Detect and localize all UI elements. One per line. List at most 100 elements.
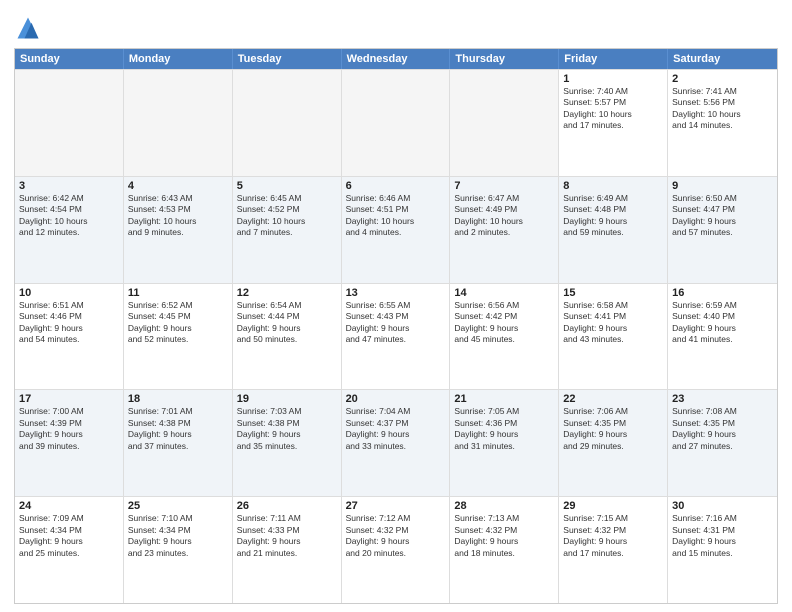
day-number: 20: [346, 393, 446, 405]
day-cell-13: 13Sunrise: 6:55 AM Sunset: 4:43 PM Dayli…: [342, 284, 451, 390]
day-number: 30: [672, 500, 773, 512]
day-number: 16: [672, 287, 773, 299]
header-day-tuesday: Tuesday: [233, 49, 342, 69]
header-day-friday: Friday: [559, 49, 668, 69]
header-day-thursday: Thursday: [450, 49, 559, 69]
day-number: 10: [19, 287, 119, 299]
day-cell-18: 18Sunrise: 7:01 AM Sunset: 4:38 PM Dayli…: [124, 390, 233, 496]
day-number: 19: [237, 393, 337, 405]
day-cell-22: 22Sunrise: 7:06 AM Sunset: 4:35 PM Dayli…: [559, 390, 668, 496]
day-info: Sunrise: 6:45 AM Sunset: 4:52 PM Dayligh…: [237, 193, 337, 239]
day-info: Sunrise: 6:59 AM Sunset: 4:40 PM Dayligh…: [672, 300, 773, 346]
day-number: 17: [19, 393, 119, 405]
logo-icon: [14, 14, 42, 42]
day-info: Sunrise: 7:16 AM Sunset: 4:31 PM Dayligh…: [672, 513, 773, 559]
day-cell-30: 30Sunrise: 7:16 AM Sunset: 4:31 PM Dayli…: [668, 497, 777, 603]
day-number: 11: [128, 287, 228, 299]
day-number: 4: [128, 180, 228, 192]
calendar-row-2: 10Sunrise: 6:51 AM Sunset: 4:46 PM Dayli…: [15, 283, 777, 390]
day-cell-7: 7Sunrise: 6:47 AM Sunset: 4:49 PM Daylig…: [450, 177, 559, 283]
empty-cell: [233, 70, 342, 176]
calendar-row-0: 1Sunrise: 7:40 AM Sunset: 5:57 PM Daylig…: [15, 69, 777, 176]
calendar-row-4: 24Sunrise: 7:09 AM Sunset: 4:34 PM Dayli…: [15, 496, 777, 603]
day-info: Sunrise: 6:51 AM Sunset: 4:46 PM Dayligh…: [19, 300, 119, 346]
day-info: Sunrise: 7:10 AM Sunset: 4:34 PM Dayligh…: [128, 513, 228, 559]
day-cell-1: 1Sunrise: 7:40 AM Sunset: 5:57 PM Daylig…: [559, 70, 668, 176]
day-cell-25: 25Sunrise: 7:10 AM Sunset: 4:34 PM Dayli…: [124, 497, 233, 603]
day-number: 18: [128, 393, 228, 405]
day-cell-6: 6Sunrise: 6:46 AM Sunset: 4:51 PM Daylig…: [342, 177, 451, 283]
day-number: 8: [563, 180, 663, 192]
day-info: Sunrise: 7:04 AM Sunset: 4:37 PM Dayligh…: [346, 406, 446, 452]
header-day-saturday: Saturday: [668, 49, 777, 69]
day-info: Sunrise: 6:58 AM Sunset: 4:41 PM Dayligh…: [563, 300, 663, 346]
day-info: Sunrise: 7:03 AM Sunset: 4:38 PM Dayligh…: [237, 406, 337, 452]
day-number: 6: [346, 180, 446, 192]
day-info: Sunrise: 6:55 AM Sunset: 4:43 PM Dayligh…: [346, 300, 446, 346]
calendar-header: SundayMondayTuesdayWednesdayThursdayFrid…: [15, 49, 777, 69]
day-number: 25: [128, 500, 228, 512]
day-cell-9: 9Sunrise: 6:50 AM Sunset: 4:47 PM Daylig…: [668, 177, 777, 283]
header: [14, 10, 778, 42]
day-cell-12: 12Sunrise: 6:54 AM Sunset: 4:44 PM Dayli…: [233, 284, 342, 390]
day-cell-11: 11Sunrise: 6:52 AM Sunset: 4:45 PM Dayli…: [124, 284, 233, 390]
day-number: 5: [237, 180, 337, 192]
empty-cell: [450, 70, 559, 176]
day-cell-28: 28Sunrise: 7:13 AM Sunset: 4:32 PM Dayli…: [450, 497, 559, 603]
day-info: Sunrise: 6:46 AM Sunset: 4:51 PM Dayligh…: [346, 193, 446, 239]
day-info: Sunrise: 7:00 AM Sunset: 4:39 PM Dayligh…: [19, 406, 119, 452]
day-info: Sunrise: 7:06 AM Sunset: 4:35 PM Dayligh…: [563, 406, 663, 452]
day-info: Sunrise: 6:52 AM Sunset: 4:45 PM Dayligh…: [128, 300, 228, 346]
day-info: Sunrise: 7:01 AM Sunset: 4:38 PM Dayligh…: [128, 406, 228, 452]
day-cell-23: 23Sunrise: 7:08 AM Sunset: 4:35 PM Dayli…: [668, 390, 777, 496]
day-cell-24: 24Sunrise: 7:09 AM Sunset: 4:34 PM Dayli…: [15, 497, 124, 603]
day-number: 7: [454, 180, 554, 192]
empty-cell: [15, 70, 124, 176]
day-cell-14: 14Sunrise: 6:56 AM Sunset: 4:42 PM Dayli…: [450, 284, 559, 390]
calendar: SundayMondayTuesdayWednesdayThursdayFrid…: [14, 48, 778, 604]
day-info: Sunrise: 6:43 AM Sunset: 4:53 PM Dayligh…: [128, 193, 228, 239]
day-info: Sunrise: 6:47 AM Sunset: 4:49 PM Dayligh…: [454, 193, 554, 239]
day-cell-4: 4Sunrise: 6:43 AM Sunset: 4:53 PM Daylig…: [124, 177, 233, 283]
day-cell-27: 27Sunrise: 7:12 AM Sunset: 4:32 PM Dayli…: [342, 497, 451, 603]
day-number: 21: [454, 393, 554, 405]
day-number: 12: [237, 287, 337, 299]
day-cell-26: 26Sunrise: 7:11 AM Sunset: 4:33 PM Dayli…: [233, 497, 342, 603]
day-number: 29: [563, 500, 663, 512]
header-day-wednesday: Wednesday: [342, 49, 451, 69]
day-info: Sunrise: 6:54 AM Sunset: 4:44 PM Dayligh…: [237, 300, 337, 346]
day-cell-5: 5Sunrise: 6:45 AM Sunset: 4:52 PM Daylig…: [233, 177, 342, 283]
day-number: 27: [346, 500, 446, 512]
logo: [14, 14, 46, 42]
day-info: Sunrise: 7:09 AM Sunset: 4:34 PM Dayligh…: [19, 513, 119, 559]
day-cell-2: 2Sunrise: 7:41 AM Sunset: 5:56 PM Daylig…: [668, 70, 777, 176]
day-cell-8: 8Sunrise: 6:49 AM Sunset: 4:48 PM Daylig…: [559, 177, 668, 283]
day-number: 28: [454, 500, 554, 512]
day-number: 24: [19, 500, 119, 512]
day-number: 1: [563, 73, 663, 85]
day-info: Sunrise: 7:11 AM Sunset: 4:33 PM Dayligh…: [237, 513, 337, 559]
day-cell-21: 21Sunrise: 7:05 AM Sunset: 4:36 PM Dayli…: [450, 390, 559, 496]
calendar-row-1: 3Sunrise: 6:42 AM Sunset: 4:54 PM Daylig…: [15, 176, 777, 283]
day-number: 3: [19, 180, 119, 192]
day-info: Sunrise: 7:13 AM Sunset: 4:32 PM Dayligh…: [454, 513, 554, 559]
day-info: Sunrise: 7:08 AM Sunset: 4:35 PM Dayligh…: [672, 406, 773, 452]
day-cell-29: 29Sunrise: 7:15 AM Sunset: 4:32 PM Dayli…: [559, 497, 668, 603]
day-cell-10: 10Sunrise: 6:51 AM Sunset: 4:46 PM Dayli…: [15, 284, 124, 390]
empty-cell: [124, 70, 233, 176]
day-info: Sunrise: 6:49 AM Sunset: 4:48 PM Dayligh…: [563, 193, 663, 239]
day-number: 14: [454, 287, 554, 299]
day-number: 13: [346, 287, 446, 299]
day-cell-19: 19Sunrise: 7:03 AM Sunset: 4:38 PM Dayli…: [233, 390, 342, 496]
day-number: 15: [563, 287, 663, 299]
day-cell-15: 15Sunrise: 6:58 AM Sunset: 4:41 PM Dayli…: [559, 284, 668, 390]
header-day-sunday: Sunday: [15, 49, 124, 69]
day-number: 26: [237, 500, 337, 512]
header-day-monday: Monday: [124, 49, 233, 69]
day-cell-20: 20Sunrise: 7:04 AM Sunset: 4:37 PM Dayli…: [342, 390, 451, 496]
day-cell-16: 16Sunrise: 6:59 AM Sunset: 4:40 PM Dayli…: [668, 284, 777, 390]
day-info: Sunrise: 6:42 AM Sunset: 4:54 PM Dayligh…: [19, 193, 119, 239]
day-info: Sunrise: 6:50 AM Sunset: 4:47 PM Dayligh…: [672, 193, 773, 239]
day-info: Sunrise: 7:05 AM Sunset: 4:36 PM Dayligh…: [454, 406, 554, 452]
day-number: 23: [672, 393, 773, 405]
